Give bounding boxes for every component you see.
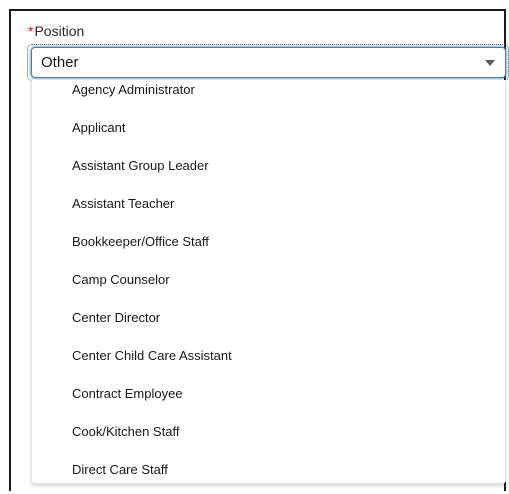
option-assistant-teacher[interactable]: Assistant Teacher [72, 195, 174, 213]
option-center-director[interactable]: Center Director [72, 309, 160, 327]
option-bookkeeper-office-staff[interactable]: Bookkeeper/Office Staff [72, 233, 209, 251]
option-assistant-group-leader[interactable]: Assistant Group Leader [72, 157, 209, 175]
option-applicant[interactable]: Applicant [72, 119, 125, 137]
position-dropdown-list[interactable]: Agency Administrator Applicant Assistant… [31, 80, 506, 484]
option-direct-care-staff[interactable]: Direct Care Staff [72, 461, 168, 479]
required-marker: * [28, 23, 34, 39]
option-agency-administrator[interactable]: Agency Administrator [72, 81, 195, 99]
option-cook-kitchen-staff[interactable]: Cook/Kitchen Staff [72, 423, 179, 441]
position-selected-value: Other [41, 54, 79, 71]
position-label-text: Position [34, 23, 85, 39]
position-combobox[interactable]: Other [31, 47, 506, 78]
caret-down-icon [485, 60, 495, 66]
option-contract-employee[interactable]: Contract Employee [72, 385, 183, 403]
option-camp-counselor[interactable]: Camp Counselor [72, 271, 170, 289]
option-center-child-care-assistant[interactable]: Center Child Care Assistant [72, 347, 232, 365]
position-label: *Position [28, 22, 84, 40]
